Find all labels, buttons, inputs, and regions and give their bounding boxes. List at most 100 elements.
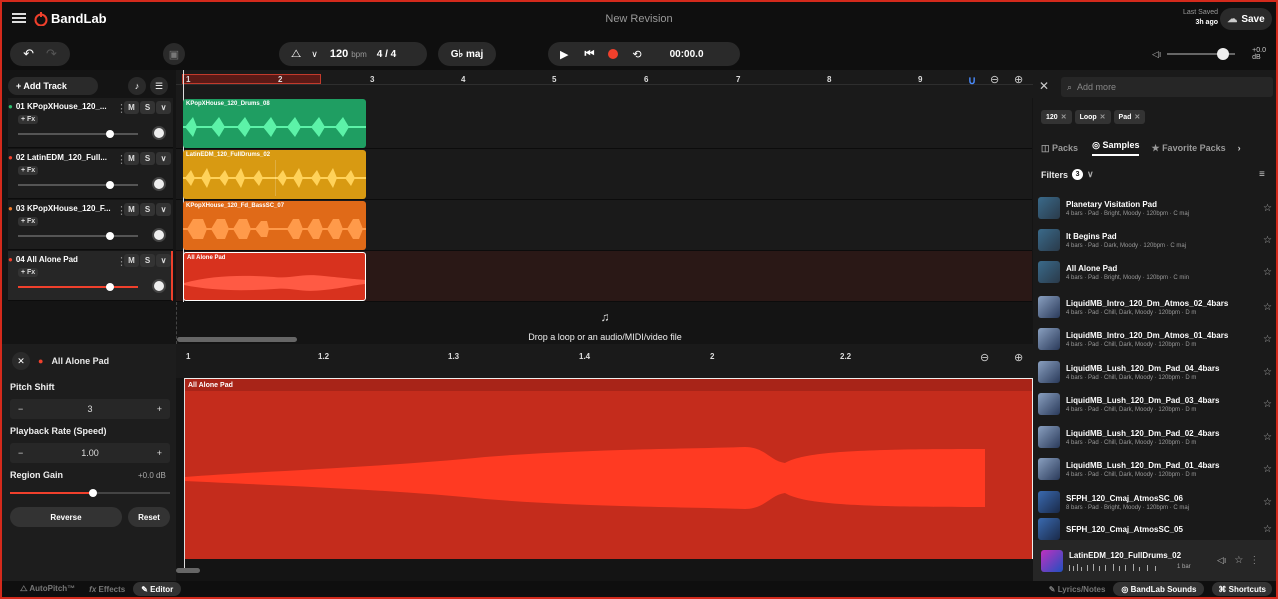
zoom-out-icon[interactable]: ⊖ (990, 73, 999, 86)
chevron-down-icon[interactable]: ∨ (156, 254, 171, 267)
tab-favorite-packs[interactable]: ★ Favorite Packs (1151, 143, 1225, 154)
mute-button[interactable]: M (124, 254, 139, 267)
volume-slider[interactable] (18, 130, 138, 138)
chevron-down-icon[interactable]: ∨ (311, 49, 318, 60)
chevron-right-icon[interactable]: › (1238, 143, 1241, 153)
add-fx-button[interactable]: + Fx (18, 166, 39, 175)
editor-scrollbar[interactable] (176, 568, 200, 573)
track-name[interactable]: 01 KPopXHouse_120_... (16, 102, 107, 111)
chevron-down-icon[interactable]: ∨ (156, 203, 171, 216)
region-drums[interactable]: KPopXHouse_120_Drums_08 (183, 99, 366, 148)
mute-button[interactable]: M (124, 152, 139, 165)
add-track-button[interactable]: + Add Track (8, 77, 98, 95)
track-name[interactable]: 04 All Alone Pad (16, 255, 78, 264)
pan-knob[interactable] (152, 177, 166, 191)
region-gain-handle[interactable] (89, 489, 97, 497)
playback-rate-stepper[interactable]: − 1.00 + (10, 443, 170, 463)
sample-item[interactable]: LiquidMB_Intro_120_Dm_Atmos_01_4bars 4 ba… (1038, 323, 1272, 355)
drop-zone[interactable]: ♫ Drop a loop or an audio/MIDI/video fil… (176, 302, 1032, 344)
sample-item[interactable]: LiquidMB_Lush_120_Dm_Pad_01_4bars 4 bars … (1038, 453, 1272, 485)
editor-region[interactable]: All Alone Pad (184, 378, 1033, 559)
zoom-out-icon[interactable]: ⊖ (980, 351, 989, 364)
bpm-value[interactable]: 120 (330, 48, 348, 60)
pitch-shift-stepper[interactable]: − 3 + (10, 399, 170, 419)
star-icon[interactable]: ☆ (1263, 367, 1272, 378)
sample-item[interactable]: LiquidMB_Intro_120_Dm_Atmos_02_4bars 4 ba… (1038, 291, 1272, 323)
sample-item[interactable]: LiquidMB_Lush_120_Dm_Pad_03_4bars 4 bars … (1038, 388, 1272, 420)
close-browser-icon[interactable]: ✕ (1039, 79, 1049, 93)
undo-icon[interactable]: ↶ (23, 46, 34, 62)
time-signature[interactable]: 4 / 4 (377, 49, 396, 60)
track-name[interactable]: 03 KPopXHouse_120_F... (16, 204, 111, 213)
star-icon[interactable]: ☆ (1263, 235, 1272, 246)
settings-sliders-icon[interactable]: ☰ (150, 77, 168, 95)
sort-icon[interactable]: ≡ (1259, 169, 1265, 180)
editor-tab[interactable]: ✎ Editor (133, 582, 182, 596)
sample-item[interactable]: It Begins Pad 4 bars · Pad · Dark, Moody … (1038, 224, 1272, 256)
star-icon[interactable]: ☆ (1263, 432, 1272, 443)
region-gain-slider[interactable] (10, 489, 170, 497)
remove-tag-icon[interactable]: ✕ (1061, 113, 1067, 121)
tuner-icon[interactable]: ♪ (128, 77, 146, 95)
revision-title[interactable]: New Revision (2, 13, 1276, 25)
editor-ruler[interactable]: 1 1.2 1.3 1.4 2 2.2 ⊖ ⊕ (176, 344, 1033, 378)
loop-region[interactable] (182, 74, 321, 84)
search-input[interactable]: ⌕ Add more (1061, 77, 1273, 97)
star-icon[interactable]: ☆ (1263, 203, 1272, 214)
timeline-ruler[interactable]: 1 2 3 4 5 6 7 8 9 ∪ ⊖ ⊕ (176, 70, 1033, 98)
chevron-down-icon[interactable]: ∨ (156, 101, 171, 114)
add-fx-button[interactable]: + Fx (18, 217, 39, 226)
speaker-icon[interactable]: ◁ı (1217, 555, 1226, 566)
lyrics-notes-button[interactable]: ✎ Lyrics/Notes (1049, 585, 1106, 594)
remove-tag-icon[interactable]: ✕ (1134, 113, 1140, 121)
mixer-icon[interactable]: ▣ (163, 43, 185, 65)
key-selector[interactable]: G♭ maj (438, 42, 496, 66)
mute-button[interactable]: M (124, 203, 139, 216)
track-name[interactable]: 02 LatinEDM_120_Full... (16, 153, 107, 162)
master-volume-slider[interactable] (1167, 47, 1236, 61)
volume-slider[interactable] (18, 232, 138, 240)
minus-icon[interactable]: − (18, 404, 23, 414)
pan-knob[interactable] (152, 279, 166, 293)
effects-tab[interactable]: fx Effects (89, 585, 125, 594)
sample-item[interactable]: LiquidMB_Lush_120_Dm_Pad_04_4bars 4 bars … (1038, 356, 1272, 388)
master-volume-handle[interactable] (1217, 48, 1230, 60)
sample-item[interactable]: SFPH_120_Cmaj_AtmosSC_05 ☆ (1038, 518, 1272, 540)
track-header-2[interactable]: ● 02 LatinEDM_120_Full... ⋮ M S ∨ + Fx (8, 149, 173, 199)
star-icon[interactable]: ☆ (1234, 555, 1243, 566)
tab-packs[interactable]: ◫ Packs (1041, 143, 1078, 154)
pitch-shift-value[interactable]: 3 (87, 404, 92, 414)
play-icon[interactable]: ▶ (560, 48, 568, 61)
playback-rate-value[interactable]: 1.00 (81, 448, 99, 458)
sample-item[interactable]: All Alone Pad 4 bars · Pad · Bright, Mood… (1038, 256, 1272, 288)
record-icon[interactable] (608, 49, 619, 59)
star-icon[interactable]: ☆ (1263, 497, 1272, 508)
horizontal-scrollbar[interactable] (177, 337, 297, 342)
solo-button[interactable]: S (140, 152, 155, 165)
plus-icon[interactable]: + (157, 404, 162, 414)
volume-slider[interactable] (18, 283, 138, 291)
region-fulldrums[interactable]: LatinEDM_120_FullDrums_02 (183, 150, 366, 199)
star-icon[interactable]: ☆ (1263, 302, 1272, 313)
sample-item[interactable]: SFPH_120_Cmaj_AtmosSC_06 8 bars · Pad · B… (1038, 486, 1272, 518)
filters-button[interactable]: Filters 3 ∨ (1041, 169, 1094, 180)
plus-icon[interactable]: + (157, 448, 162, 458)
star-icon[interactable]: ☆ (1263, 267, 1272, 278)
remove-tag-icon[interactable]: ✕ (1100, 113, 1106, 121)
editor-playhead[interactable] (184, 378, 185, 568)
minus-icon[interactable]: − (18, 448, 23, 458)
filter-tag[interactable]: Loop ✕ (1074, 110, 1111, 124)
filter-tag[interactable]: 120 ✕ (1041, 110, 1072, 124)
track-header-1[interactable]: ● 01 KPopXHouse_120_... ⋮ M S ∨ + Fx (8, 98, 173, 148)
close-editor-icon[interactable]: ✕ (12, 352, 30, 370)
solo-button[interactable]: S (140, 203, 155, 216)
add-fx-button[interactable]: + Fx (18, 268, 39, 277)
mute-button[interactable]: M (124, 101, 139, 114)
zoom-in-icon[interactable]: ⊕ (1014, 351, 1023, 364)
solo-button[interactable]: S (140, 254, 155, 267)
add-fx-button[interactable]: + Fx (18, 115, 39, 124)
chevron-down-icon[interactable]: ∨ (156, 152, 171, 165)
pan-knob[interactable] (152, 228, 166, 242)
track-header-4[interactable]: ● 04 All Alone Pad ⋮ M S ∨ + Fx (8, 251, 173, 301)
track-header-3[interactable]: ● 03 KPopXHouse_120_F... ⋮ M S ∨ + Fx (8, 200, 173, 250)
